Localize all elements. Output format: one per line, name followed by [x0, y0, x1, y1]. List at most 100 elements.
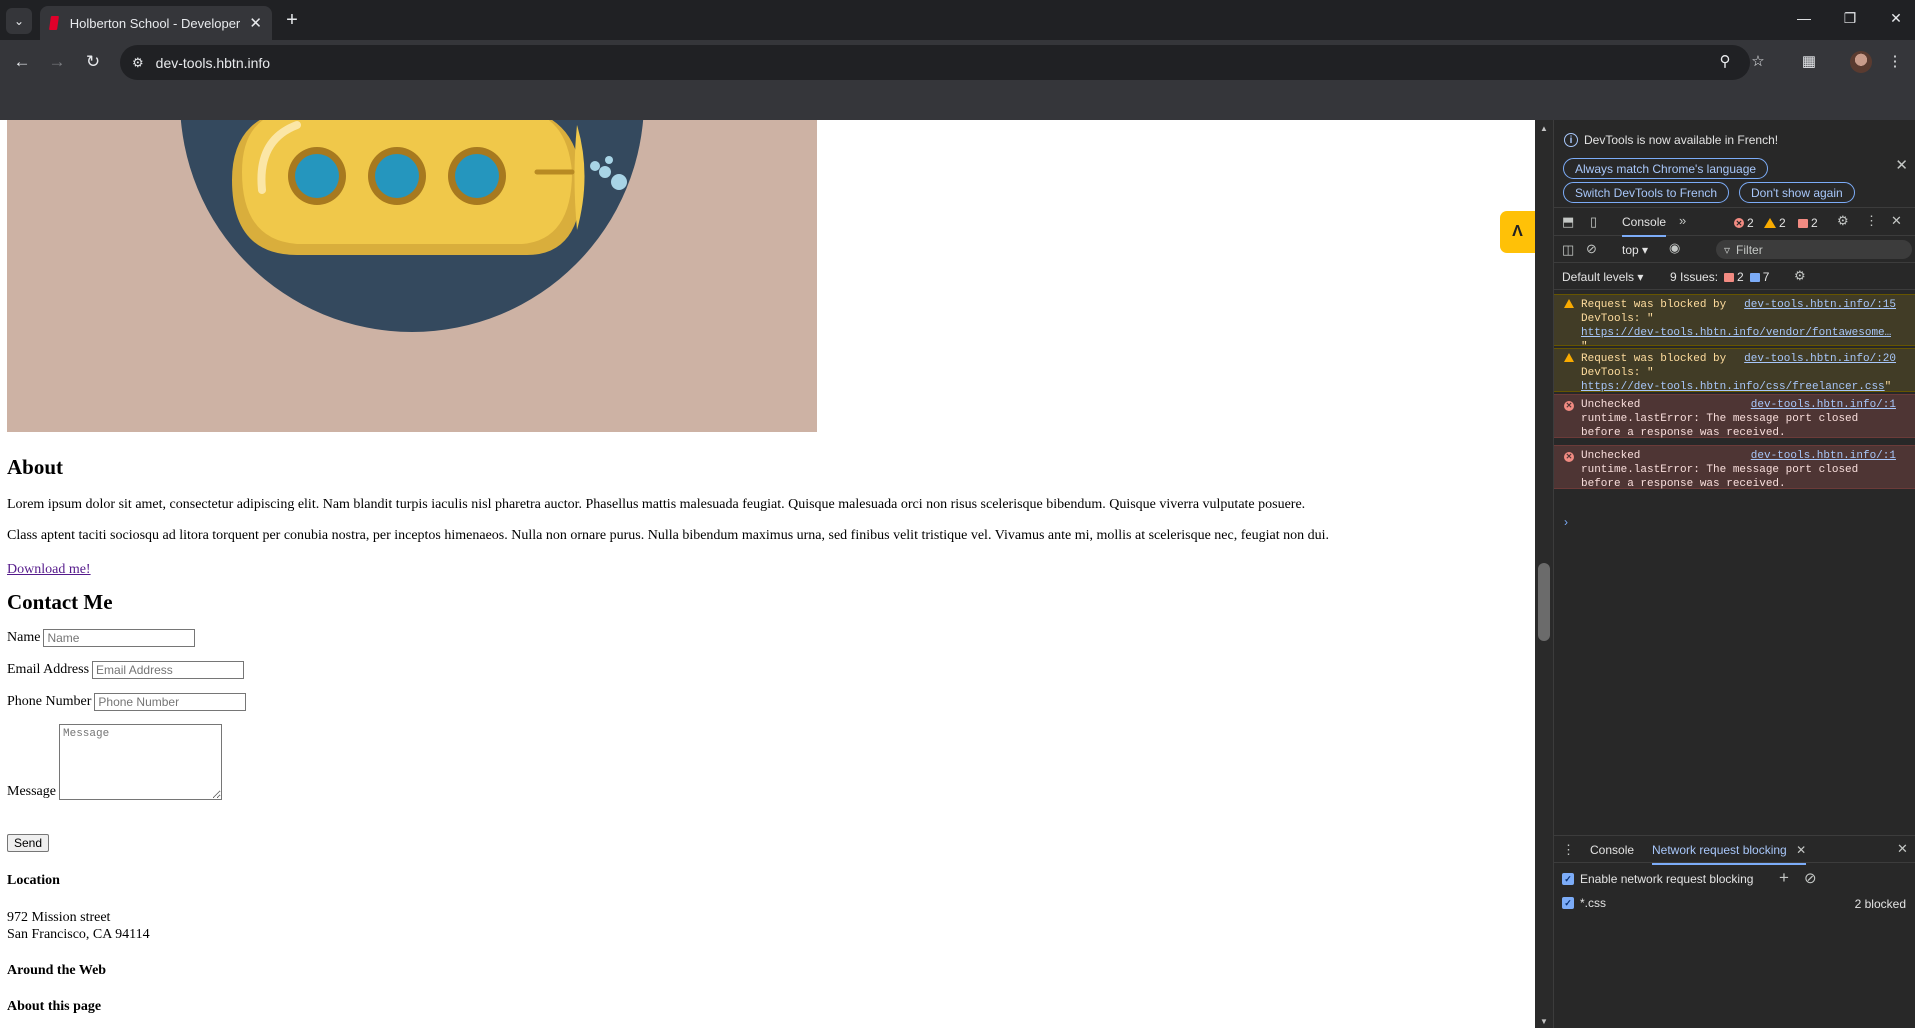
send-button[interactable]: Send — [7, 834, 50, 852]
browser-tab[interactable]: Holberton School - Developer t ✕ — [40, 6, 272, 40]
about-paragraph-2: Class aptent taciti sociosqu ad litora t… — [7, 528, 1329, 543]
scrollbar-thumb[interactable] — [1538, 563, 1550, 641]
drawer-tab-network-blocking[interactable]: Network request blocking ✕ — [1652, 843, 1807, 865]
devtools-main-toolbar: ⬒ ▯ Console » ✕ 2 2 2 ⚙ ⋮ ✕ — [1554, 207, 1915, 237]
address-bar[interactable]: ⚙ dev-tools.hbtn.info — [120, 45, 1750, 80]
console-settings-gear-icon[interactable]: ⚙ — [1794, 268, 1806, 284]
name-label: Name — [7, 630, 41, 645]
issues-counter[interactable]: 2 — [1798, 216, 1818, 230]
issues-error-count: 2 — [1737, 270, 1744, 284]
scroll-up-arrow-icon[interactable]: ▲ — [1535, 124, 1553, 133]
drawer-menu-icon[interactable]: ⋮ — [1562, 842, 1575, 858]
tab-console[interactable]: Console — [1622, 215, 1667, 237]
phone-label: Phone Number — [7, 694, 92, 709]
filter-input[interactable]: ▿ Filter — [1716, 240, 1912, 259]
drawer-tab-label: Network request blocking — [1652, 843, 1787, 857]
always-match-language-button[interactable]: Always match Chrome's language — [1563, 158, 1769, 179]
phone-row: Phone Number — [7, 693, 1507, 711]
bookmark-star-icon[interactable]: ☆ — [1747, 52, 1769, 70]
console-message[interactable]: Request was blocked by DevTools: " https… — [1554, 348, 1915, 393]
inspect-element-icon[interactable]: ⬒ — [1562, 214, 1574, 230]
console-message[interactable]: ✕ Unchecked runtime.lastError: The messa… — [1554, 445, 1915, 490]
error-icon: ✕ — [1564, 452, 1574, 462]
warning-icon — [1764, 218, 1776, 228]
warning-icon — [1564, 353, 1574, 367]
new-tab-plus-icon[interactable]: + — [280, 9, 304, 32]
errors-counter[interactable]: ✕ 2 — [1734, 216, 1754, 230]
message-url-link[interactable]: https://dev-tools.hbtn.info/vendor/fonta… — [1581, 327, 1891, 339]
console-message[interactable]: Request was blocked by DevTools: " https… — [1554, 294, 1915, 353]
add-pattern-plus-icon[interactable]: + — [1779, 868, 1789, 888]
message-textarea[interactable] — [59, 724, 222, 800]
info-icon: i — [1564, 133, 1578, 147]
menu-kebab-icon[interactable]: ⋮ — [1884, 52, 1906, 70]
infobar-close-icon[interactable]: ✕ — [1895, 156, 1908, 174]
zoom-icon[interactable]: ⚲ — [1714, 52, 1736, 70]
issue-error-icon — [1724, 272, 1735, 282]
browser-toolbar: ← → ↻ ⚙ dev-tools.hbtn.info ⚲ ☆ ▦ ⋮ — [0, 40, 1915, 85]
extension-launcher-icon[interactable]: Λ — [1500, 211, 1535, 253]
message-label: Message — [7, 784, 56, 799]
live-expression-eye-icon[interactable]: ◉ — [1669, 240, 1680, 256]
message-source-link[interactable]: dev-tools.hbtn.info/:1 — [1751, 449, 1896, 463]
restore-icon[interactable]: ❐ — [1840, 10, 1860, 27]
warnings-count: 2 — [1779, 216, 1786, 230]
close-window-icon[interactable]: ✕ — [1886, 10, 1906, 27]
warnings-counter[interactable]: 2 — [1764, 216, 1786, 230]
about-this-page-heading: About this page — [7, 999, 102, 1014]
issues-link[interactable]: 9 Issues: 2 7 — [1670, 270, 1769, 284]
extensions-icon[interactable]: ▦ — [1798, 52, 1820, 70]
blocked-count: 2 blocked — [1854, 897, 1906, 911]
filter-placeholder: Filter — [1736, 242, 1763, 257]
drawer-close-icon[interactable]: ✕ — [1897, 841, 1908, 857]
pattern-text: *.css — [1580, 896, 1607, 910]
tab-strip: ⌄ Holberton School - Developer t ✕ + — ❐… — [0, 0, 1915, 40]
message-text: runtime.lastError: The message port clos… — [1581, 413, 1859, 425]
minimize-icon[interactable]: — — [1794, 10, 1814, 26]
message-source-link[interactable]: dev-tools.hbtn.info/:1 — [1751, 398, 1896, 412]
clear-console-icon[interactable]: ⊘ — [1586, 241, 1597, 257]
issues-count: 2 — [1811, 216, 1818, 230]
scroll-down-arrow-icon[interactable]: ▼ — [1535, 1017, 1553, 1026]
message-source-link[interactable]: dev-tools.hbtn.info/:15 — [1744, 298, 1896, 312]
page-scrollbar[interactable]: ▲ ▼ — [1535, 120, 1553, 1028]
pattern-row[interactable]: ✓ *.css — [1562, 896, 1606, 910]
infobar-message: i DevTools is now available in French! — [1564, 133, 1778, 147]
console-filter-bar: ◫ ⊘ top ▾ ◉ ▿ Filter — [1554, 236, 1915, 263]
enable-blocking-row[interactable]: ✓ Enable network request blocking — [1562, 872, 1753, 886]
name-input[interactable] — [43, 629, 196, 647]
tab-close-icon[interactable]: ✕ — [249, 14, 262, 32]
context-selector[interactable]: top ▾ — [1622, 243, 1648, 257]
about-paragraph-1: Lorem ipsum dolor sit amet, consectetur … — [7, 497, 1306, 512]
device-toolbar-icon[interactable]: ▯ — [1590, 214, 1597, 230]
devtools-close-icon[interactable]: ✕ — [1891, 213, 1902, 229]
email-input[interactable] — [92, 661, 245, 679]
site-info-icon[interactable]: ⚙ — [132, 55, 144, 71]
settings-gear-icon[interactable]: ⚙ — [1837, 213, 1849, 229]
dont-show-again-button[interactable]: Don't show again — [1739, 182, 1855, 203]
switch-to-french-button[interactable]: Switch DevTools to French — [1563, 182, 1730, 203]
tab-search-icon[interactable]: ⌄ — [6, 8, 32, 34]
remove-all-patterns-icon[interactable]: ⊘ — [1804, 869, 1817, 887]
message-url-link[interactable]: https://dev-tools.hbtn.info/css/freelanc… — [1581, 381, 1885, 393]
default-levels-dropdown[interactable]: Default levels ▾ — [1562, 270, 1643, 284]
devtools-menu-icon[interactable]: ⋮ — [1865, 213, 1878, 229]
phone-input[interactable] — [94, 693, 247, 711]
sidebar-toggle-icon[interactable]: ◫ — [1562, 242, 1574, 258]
download-link[interactable]: Download me! — [7, 562, 91, 577]
more-tabs-chevron-icon[interactable]: » — [1679, 213, 1686, 228]
drawer-tab-console[interactable]: Console — [1590, 843, 1634, 857]
profile-avatar[interactable] — [1850, 51, 1872, 73]
forward-icon[interactable]: → — [46, 52, 68, 72]
message-source-link[interactable]: dev-tools.hbtn.info/:20 — [1744, 352, 1896, 366]
devtools-panel: i DevTools is now available in French! A… — [1553, 120, 1915, 1028]
reload-icon[interactable]: ↻ — [82, 52, 104, 72]
console-message[interactable]: ✕ Unchecked runtime.lastError: The messa… — [1554, 394, 1915, 439]
close-tab-icon[interactable]: ✕ — [1796, 843, 1806, 857]
console-prompt-chevron-icon[interactable]: › — [1564, 515, 1568, 529]
back-icon[interactable]: ← — [11, 52, 33, 72]
pattern-checkbox[interactable]: ✓ — [1562, 897, 1574, 909]
warning-icon — [1564, 299, 1574, 313]
enable-blocking-checkbox[interactable]: ✓ — [1562, 873, 1574, 885]
favicon-icon — [49, 16, 59, 30]
